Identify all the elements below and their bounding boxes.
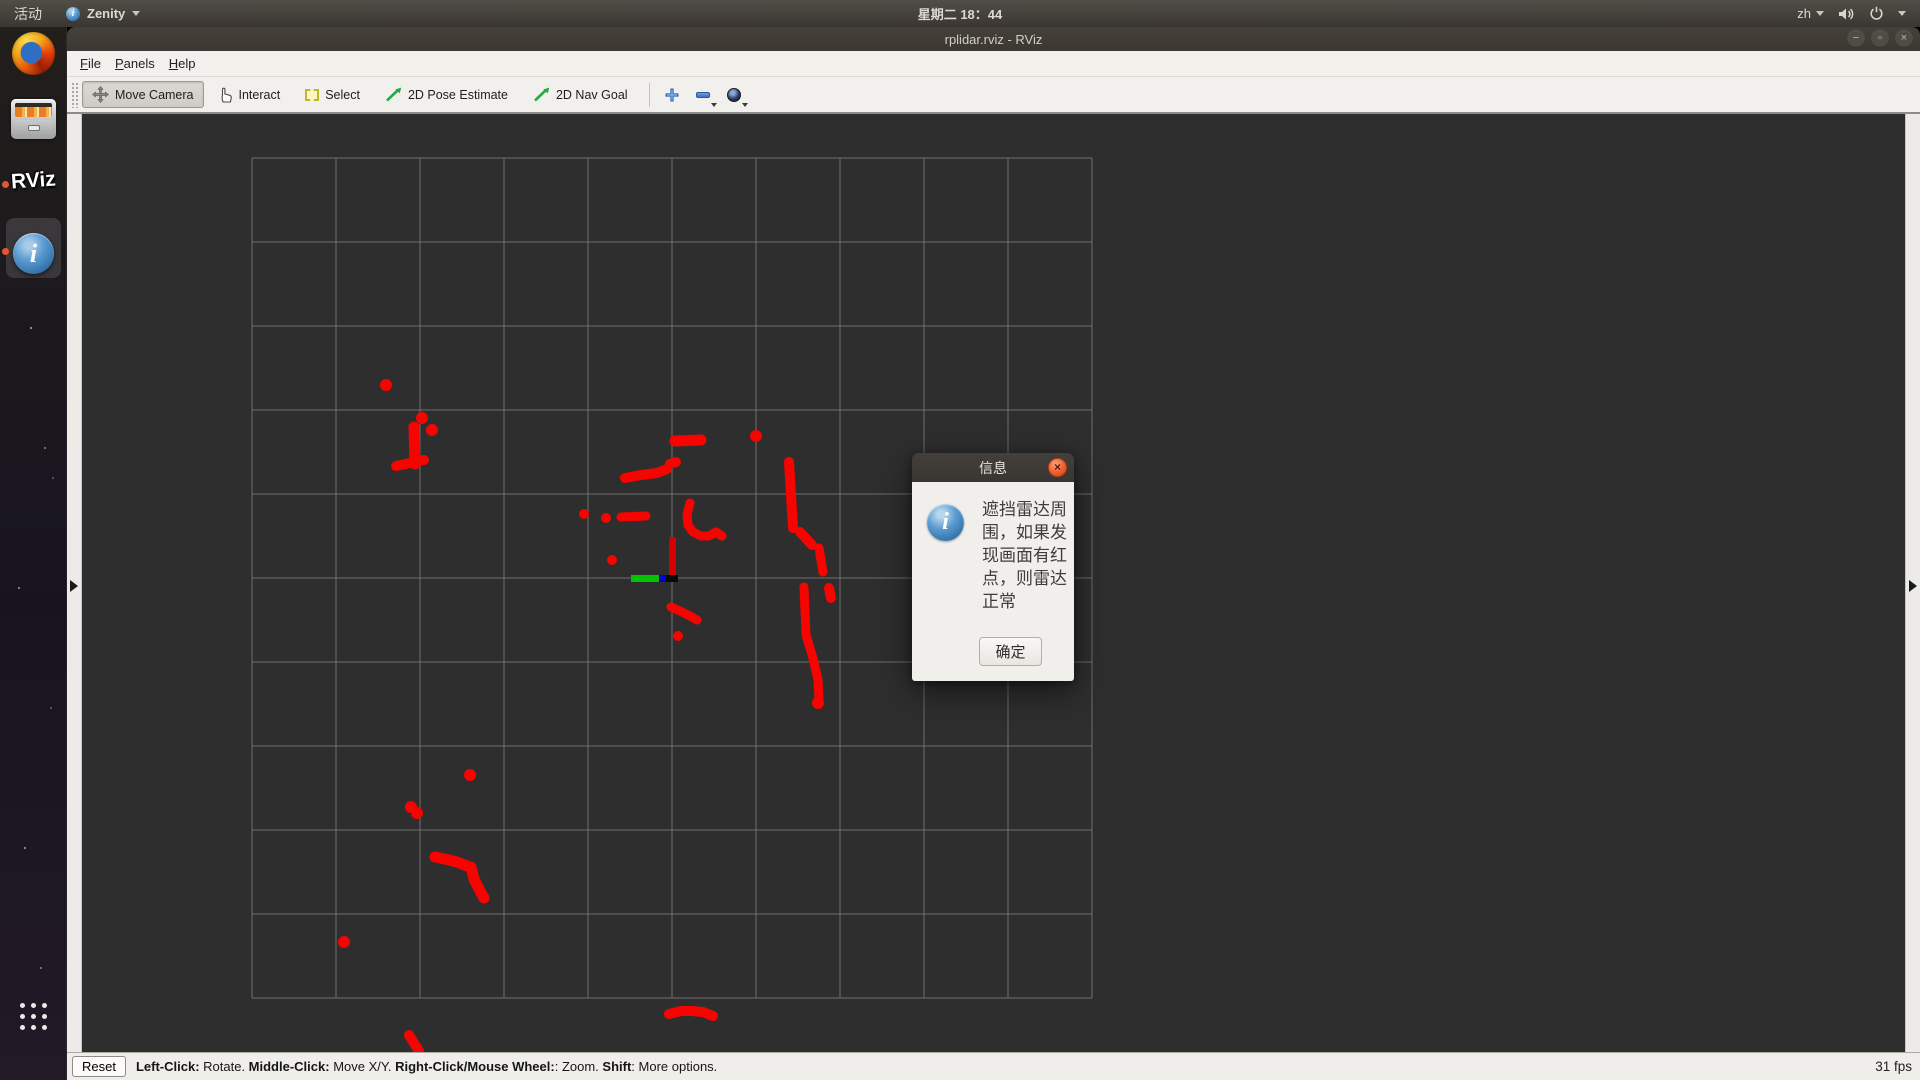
status-help-text: Left-Click: Rotate. Middle-Click: Move X… bbox=[136, 1059, 717, 1074]
chevron-down-icon bbox=[1816, 11, 1824, 16]
tool-label: 2D Nav Goal bbox=[556, 88, 628, 102]
language-indicator[interactable]: zh bbox=[1797, 6, 1824, 21]
maximize-button[interactable]: ▫ bbox=[1871, 30, 1889, 48]
interact-hand-icon bbox=[219, 87, 233, 103]
language-label: zh bbox=[1797, 6, 1811, 21]
menu-file[interactable]: File bbox=[73, 56, 108, 71]
menu-panels[interactable]: Panels bbox=[108, 56, 162, 71]
window-title: rplidar.rviz - RViz bbox=[945, 32, 1043, 47]
dock-item-zenity[interactable]: i bbox=[0, 233, 67, 274]
gnome-top-bar: 活动 i Zenity 星期二 18：44 zh bbox=[0, 0, 1920, 27]
dock: RViz i bbox=[0, 27, 67, 1080]
ok-button[interactable]: 确定 bbox=[979, 637, 1042, 666]
dialog-close-button[interactable]: × bbox=[1048, 458, 1067, 477]
collapsed-views-panel bbox=[1905, 114, 1920, 1052]
running-indicator bbox=[2, 248, 9, 255]
chevron-down-icon bbox=[742, 103, 748, 107]
reset-button[interactable]: Reset bbox=[72, 1056, 126, 1077]
zoom-out-button[interactable] bbox=[691, 83, 715, 107]
dialog-body: i 遮挡雷达周围，如果发现画面有红点，则雷达正常 确定 bbox=[912, 482, 1074, 681]
collapsed-displays-panel bbox=[67, 114, 82, 1052]
minus-icon bbox=[696, 92, 710, 98]
info-dialog: 信息 × i 遮挡雷达周围，如果发现画面有红点，则雷达正常 确定 bbox=[912, 453, 1074, 681]
green-arrow-icon bbox=[533, 87, 550, 102]
power-icon[interactable] bbox=[1869, 6, 1884, 21]
zenity-info-icon: i bbox=[13, 233, 54, 274]
wallpaper-stars bbox=[30, 327, 32, 329]
activities-button[interactable]: 活动 bbox=[0, 4, 56, 24]
close-button[interactable]: × bbox=[1895, 30, 1913, 48]
tool-label: Select bbox=[325, 88, 360, 102]
zoom-in-button[interactable] bbox=[660, 83, 684, 107]
chevron-down-icon bbox=[132, 11, 140, 16]
dock-item-files[interactable] bbox=[0, 99, 67, 139]
zenity-app-icon: i bbox=[66, 7, 80, 21]
chevron-down-icon bbox=[1898, 11, 1906, 16]
move-camera-icon bbox=[92, 86, 109, 103]
select-box-icon bbox=[305, 89, 319, 101]
expand-panel-arrow[interactable] bbox=[1909, 580, 1917, 592]
dialog-message: 遮挡雷达周围，如果发现画面有红点，则雷达正常 bbox=[982, 498, 1074, 613]
window-titlebar[interactable]: rplidar.rviz - RViz − ▫ × bbox=[67, 27, 1920, 51]
toolbar: Move Camera Interact Select 2D Pose Esti… bbox=[67, 77, 1920, 114]
toolbar-separator bbox=[649, 83, 650, 107]
dock-item-rviz[interactable]: RViz bbox=[0, 169, 67, 193]
minimize-button[interactable]: − bbox=[1847, 30, 1865, 48]
nav-goal-button[interactable]: 2D Nav Goal bbox=[523, 82, 638, 107]
statusbar: Reset Left-Click: Rotate. Middle-Click: … bbox=[67, 1052, 1920, 1080]
expand-panel-arrow[interactable] bbox=[70, 580, 78, 592]
dock-item-firefox[interactable] bbox=[0, 32, 67, 75]
fps-counter: 31 fps bbox=[1875, 1059, 1920, 1074]
files-icon bbox=[11, 99, 56, 139]
app-menu-label: Zenity bbox=[87, 6, 125, 21]
plus-icon bbox=[664, 87, 680, 103]
pose-estimate-button[interactable]: 2D Pose Estimate bbox=[375, 82, 518, 107]
show-applications-button[interactable] bbox=[20, 1003, 47, 1030]
rviz-logo: RViz bbox=[10, 167, 56, 194]
app-menu[interactable]: i Zenity bbox=[56, 6, 150, 21]
tool-label: Interact bbox=[239, 88, 281, 102]
menu-help[interactable]: Help bbox=[162, 56, 203, 71]
interact-button[interactable]: Interact bbox=[209, 82, 291, 108]
menubar: FilePanelsHelp bbox=[67, 51, 1920, 77]
dialog-title: 信息 bbox=[979, 458, 1007, 478]
volume-icon[interactable] bbox=[1838, 7, 1855, 21]
running-indicator bbox=[2, 181, 9, 188]
move-camera-button[interactable]: Move Camera bbox=[82, 81, 204, 108]
toolbar-drag-handle[interactable] bbox=[71, 82, 78, 108]
focus-camera-button[interactable] bbox=[722, 83, 746, 107]
firefox-icon bbox=[12, 32, 55, 75]
green-arrow-icon bbox=[385, 87, 402, 102]
info-icon: i bbox=[927, 504, 964, 541]
dialog-titlebar[interactable]: 信息 × bbox=[912, 453, 1074, 482]
tool-label: Move Camera bbox=[115, 88, 194, 102]
select-button[interactable]: Select bbox=[295, 83, 370, 107]
tool-label: 2D Pose Estimate bbox=[408, 88, 508, 102]
focus-eye-icon bbox=[727, 88, 741, 102]
clock[interactable]: 星期二 18：44 bbox=[0, 4, 1920, 23]
chevron-down-icon bbox=[711, 103, 717, 107]
